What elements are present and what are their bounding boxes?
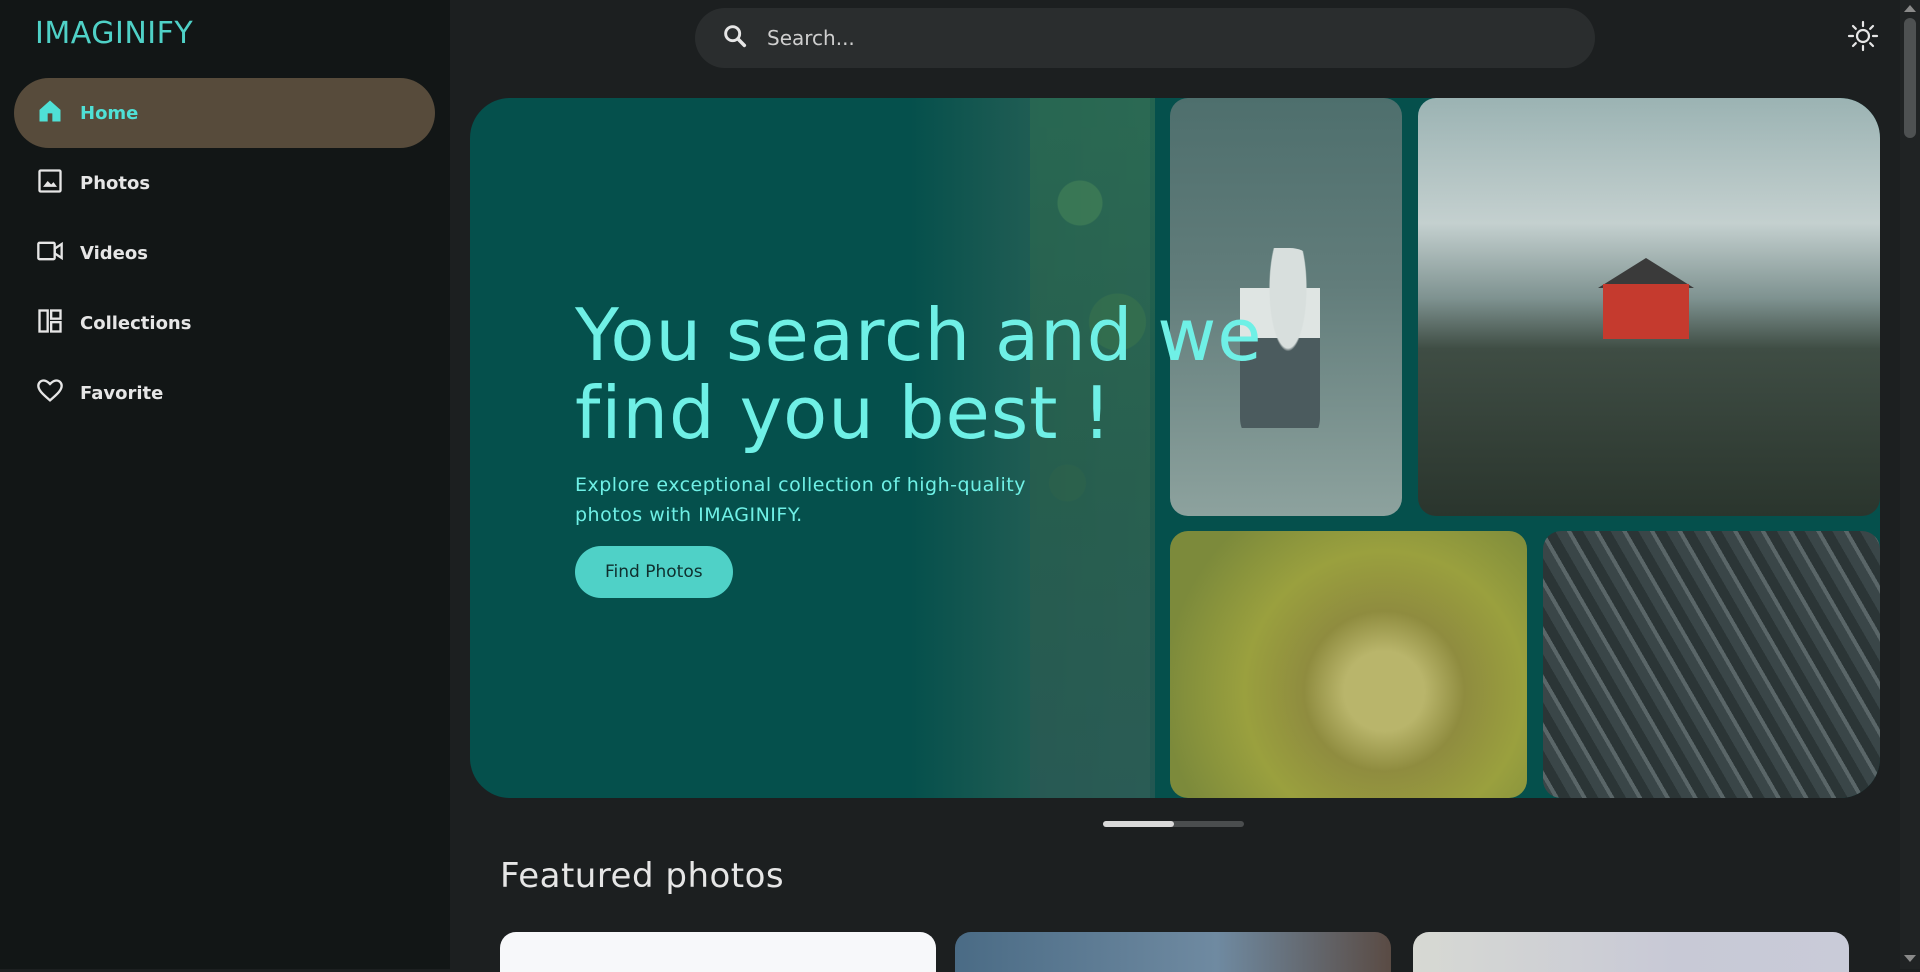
sidebar-item-home[interactable]: Home — [14, 78, 435, 148]
sidebar-item-label: Favorite — [80, 382, 164, 404]
sidebar: IMAGINIFY Home Photos Videos Collections — [0, 0, 450, 969]
scrollbar-thumb[interactable] — [1904, 18, 1916, 138]
hero-title: You search and we find you best ! — [575, 293, 1263, 455]
red-house — [1603, 284, 1689, 339]
search-icon[interactable] — [695, 22, 749, 54]
photo-card[interactable] — [955, 932, 1391, 972]
hero-banner: You search and we find you best ! Explor… — [470, 98, 1880, 798]
main-content: You search and we find you best ! Explor… — [450, 0, 1900, 972]
scroll-up-arrow-icon[interactable] — [1904, 5, 1916, 12]
scrollbar[interactable] — [1900, 0, 1920, 969]
sidebar-item-label: Home — [80, 102, 139, 124]
slider-progress — [1103, 821, 1174, 827]
heart-icon — [36, 377, 64, 410]
scroll-down-arrow-icon[interactable] — [1904, 955, 1916, 962]
search-input[interactable] — [765, 25, 1529, 51]
search-bar[interactable] — [695, 8, 1595, 68]
image-icon — [36, 167, 64, 200]
photo-card[interactable] — [500, 932, 936, 972]
photo-card[interactable] — [1413, 932, 1849, 972]
sidebar-nav: Home Photos Videos Collections Favorite — [14, 78, 435, 428]
sidebar-item-label: Photos — [80, 172, 151, 194]
sidebar-item-collections[interactable]: Collections — [14, 288, 435, 358]
sidebar-item-label: Collections — [80, 312, 192, 334]
hero-photo-city — [1543, 531, 1880, 798]
slider-indicator[interactable] — [1103, 821, 1244, 827]
sidebar-item-label: Videos — [80, 242, 148, 264]
sun-icon[interactable] — [1847, 20, 1879, 52]
sidebar-item-favorite[interactable]: Favorite — [14, 358, 435, 428]
collections-icon — [36, 307, 64, 340]
sidebar-item-videos[interactable]: Videos — [14, 218, 435, 288]
video-icon — [36, 237, 64, 270]
find-photos-button[interactable]: Find Photos — [575, 546, 733, 598]
brand-logo[interactable]: IMAGINIFY — [35, 16, 193, 51]
home-icon — [36, 97, 64, 130]
hero-photo-gold — [1170, 531, 1527, 798]
hero-subtitle: Explore exceptional collection of high-q… — [575, 474, 1026, 526]
hero-photo-house — [1418, 98, 1880, 516]
sidebar-item-photos[interactable]: Photos — [14, 148, 435, 218]
featured-photos-title: Featured photos — [500, 856, 785, 896]
